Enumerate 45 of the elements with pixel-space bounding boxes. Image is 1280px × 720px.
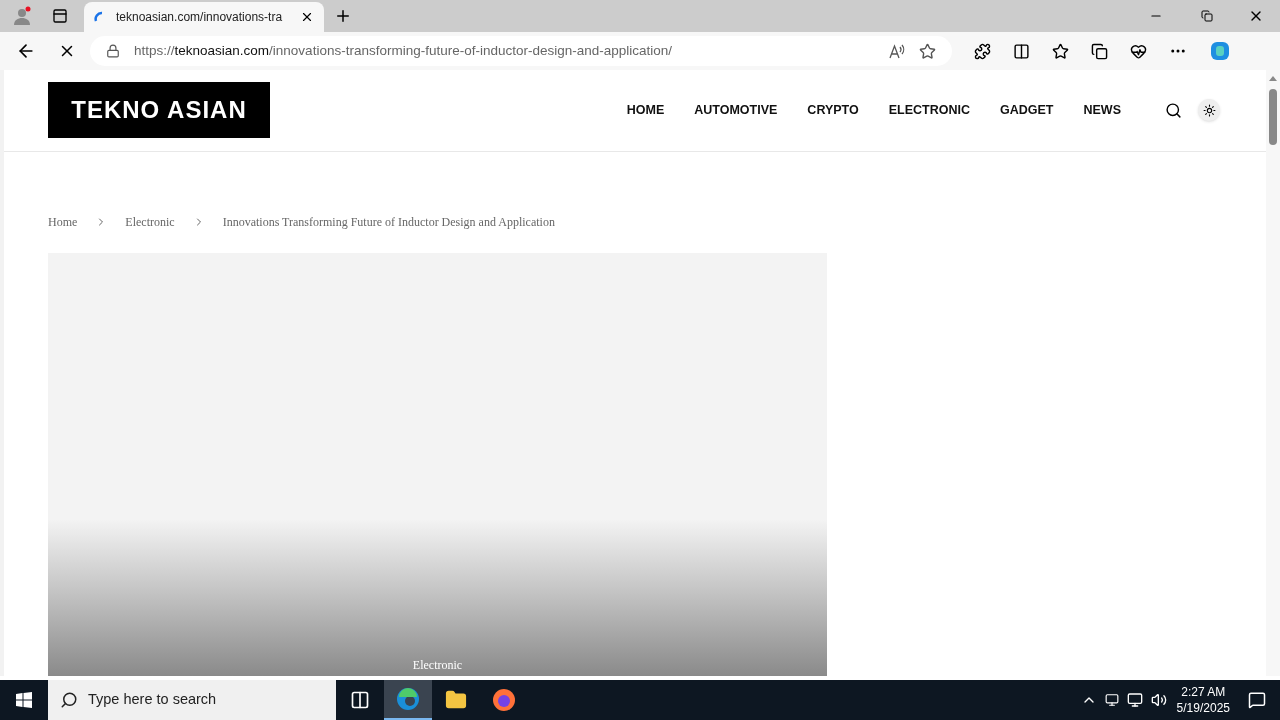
nav-link[interactable]: NEWS [1083,100,1121,120]
extensions-icon[interactable] [974,42,991,60]
nav-link[interactable]: CRYPTO [807,100,859,120]
sun-icon [1202,103,1216,117]
edge-taskbar-button[interactable] [384,680,432,720]
new-tab-icon[interactable] [334,7,352,25]
nav-link[interactable]: AUTOMOTIVE [694,100,778,120]
search-icon[interactable] [1165,101,1182,119]
clock-time: 2:27 AM [1181,684,1226,700]
url-text: https://teknoasian.com/innovations-transforming-future-of-inductor-design-and-application/ [134,41,674,60]
clock-date: 5/19/2025 [1176,700,1230,716]
favorites-icon[interactable] [1052,42,1069,60]
notifications-icon[interactable] [1248,691,1266,709]
windows-logo-icon [16,692,32,708]
lock-icon [106,44,120,58]
nav-link[interactable]: GADGET [1000,100,1054,120]
performance-icon[interactable] [1130,42,1147,60]
theme-toggle[interactable] [1198,99,1220,122]
browser-tab[interactable]: teknoasian.com/innovations-tra [84,2,324,32]
address-bar[interactable]: https://teknoasian.com/innovations-transforming-future-of-inductor-design-and-application/ [90,36,952,66]
read-aloud-icon[interactable] [888,42,905,60]
breadcrumb-item[interactable]: Electronic [125,212,175,231]
breadcrumb-item: Innovations Transforming Future of Inductor Design and Application [222,213,555,231]
task-view-icon[interactable] [350,690,370,710]
search-icon [60,691,78,709]
search-placeholder: Type here to search [88,690,217,710]
collections-icon[interactable] [1091,42,1108,60]
nav-link[interactable]: ELECTRONIC [888,100,970,120]
profile-icon[interactable] [12,6,32,26]
close-tab-icon[interactable] [300,10,314,24]
taskbar-search[interactable]: Type here to search [48,680,336,720]
folder-icon [445,689,467,711]
tab-actions-icon[interactable] [52,8,68,24]
edge-logo-icon [396,687,420,711]
volume-icon[interactable] [1150,692,1167,708]
nav-link[interactable]: HOME [626,100,665,120]
breadcrumb-item[interactable]: Home [48,212,78,231]
restore-icon[interactable] [1201,10,1213,22]
firefox-logo-icon [492,688,516,712]
favorite-icon[interactable] [919,42,936,60]
clock[interactable]: 2:27 AM 5/19/2025 [1176,684,1230,716]
network-icon[interactable] [1126,692,1143,708]
tab-title: teknoasian.com/innovations-tra [116,9,284,26]
site-logo[interactable]: TEKNO ASIAN [48,82,270,139]
split-screen-icon[interactable] [1013,42,1030,60]
